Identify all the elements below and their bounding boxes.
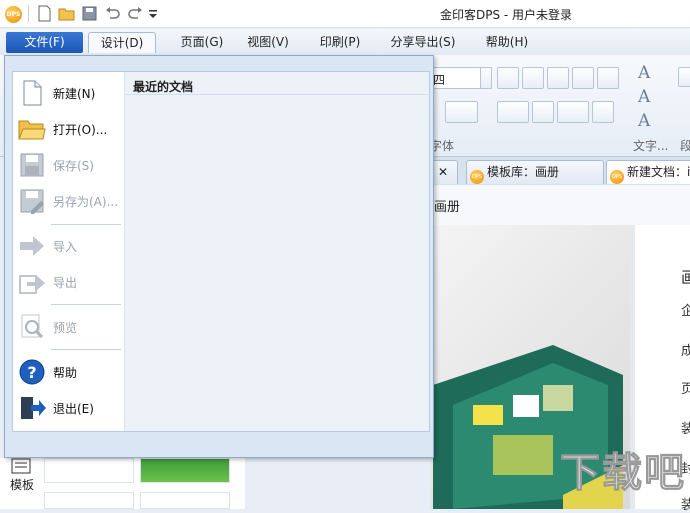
doc-tab-label: 新建文档：i (627, 165, 690, 179)
menu-item-help[interactable]: ? 帮助 (13, 355, 124, 389)
menu-item-new[interactable]: 新建(N) (13, 76, 124, 110)
save-as-icon (20, 189, 44, 214)
breadcrumb-bar (430, 185, 690, 225)
template-thumbnail[interactable] (44, 458, 134, 483)
template-label[interactable]: 模板 (10, 476, 34, 493)
menu-item-label: 导出 (53, 276, 78, 290)
menu-item-export[interactable]: 导出 (13, 265, 124, 299)
close-icon[interactable]: ✕ (438, 165, 448, 179)
menu-item-label: 导入 (53, 240, 78, 254)
import-icon (20, 236, 44, 256)
tab-help[interactable]: 帮助(H) (476, 32, 538, 53)
page-text-char: 企 (681, 304, 690, 319)
ribbon-group-text-label: 文字... (633, 139, 669, 153)
template-thumbnail[interactable] (140, 458, 230, 483)
menu-item-exit[interactable]: 退出(E) (13, 391, 124, 425)
recent-documents-panel: 最近的文档 (124, 72, 430, 431)
tab-view[interactable]: 视图(V) (238, 32, 298, 53)
text-shadow-icon[interactable]: A (638, 111, 650, 131)
tab-file[interactable]: 文件(F) (6, 32, 83, 53)
app-logo[interactable]: DPS (5, 6, 22, 23)
menu-item-label: 另存为(A)... (53, 195, 119, 209)
dps-icon: DPS (610, 170, 624, 184)
file-menu-panel: 新建(N) 打开(O)... 保存(S) 另存为(A)... 导入 导出 预览 … (12, 71, 430, 432)
ribbon-group-para-label: 段 (680, 139, 690, 153)
doc-tab-new[interactable]: DPS 新建文档：i (606, 160, 690, 184)
recent-divider (125, 94, 430, 95)
menu-separator (51, 304, 121, 305)
export-icon (19, 275, 45, 294)
template-thumbnail[interactable] (44, 492, 134, 509)
window-title: 金印客DPS - 用户未登录 (440, 8, 573, 22)
document-tabs: ✕ DPS 模板库：画册 DPS 新建文档：i (428, 157, 690, 185)
align-right-button[interactable] (547, 67, 569, 89)
menu-item-label: 退出(E) (53, 402, 94, 416)
recent-documents-title: 最近的文档 (133, 80, 194, 94)
menu-separator (51, 349, 121, 350)
save-icon (20, 153, 44, 177)
tab-share-export[interactable]: 分享导出(S) (382, 32, 464, 53)
undo-icon[interactable] (104, 5, 121, 22)
preview-icon (21, 314, 44, 339)
menu-item-label: 预览 (53, 321, 78, 335)
new-document-icon (23, 80, 42, 106)
page-text-char: 页 (681, 382, 690, 397)
page-text-char: 成 (681, 344, 690, 359)
toolbar-separator (28, 5, 29, 22)
tab-print[interactable]: 印刷(P) (310, 32, 370, 53)
tab-design[interactable]: 设计(D) (88, 32, 156, 53)
template-thumbnail[interactable] (140, 492, 230, 509)
menu-item-label: 新建(N) (53, 87, 96, 101)
title-bar: DPS 金印客DPS - 用户未登录 (0, 0, 690, 28)
customize-dropdown-icon[interactable] (147, 5, 159, 22)
link-button[interactable] (678, 67, 690, 87)
menu-item-save-as[interactable]: 另存为(A)... (13, 184, 124, 218)
menu-item-import[interactable]: 导入 (13, 229, 124, 263)
new-file-icon[interactable] (36, 5, 53, 22)
text-color-button[interactable] (445, 101, 478, 123)
menu-separator (51, 224, 121, 225)
align-justify-button[interactable] (572, 67, 594, 89)
font-dropdown-button[interactable] (480, 67, 492, 89)
char-spacing-button[interactable] (497, 101, 529, 123)
breadcrumb: 画册 (434, 200, 461, 215)
menu-bar: 文件(F) 设计(D) 页面(G) 视图(V) 印刷(P) 分享导出(S) 帮助… (0, 29, 690, 55)
menu-item-save[interactable]: 保存(S) (13, 148, 124, 182)
tab-page[interactable]: 页面(G) (170, 32, 234, 53)
save-icon[interactable] (81, 5, 98, 22)
file-menu: 新建(N) 打开(O)... 保存(S) 另存为(A)... 导入 导出 预览 … (4, 55, 434, 458)
text-outline-icon[interactable]: A (638, 87, 650, 107)
dps-icon: DPS (470, 170, 484, 184)
redo-icon[interactable] (127, 5, 144, 22)
exit-icon (21, 397, 46, 419)
font-size-value: 四 (433, 73, 446, 87)
help-icon: ? (19, 359, 45, 385)
menu-item-label: 打开(O)... (53, 123, 108, 137)
align-left-button[interactable] (497, 67, 519, 89)
doc-tab-template[interactable]: DPS 模板库：画册 (466, 160, 604, 184)
page-heading-char: 画 (681, 268, 690, 287)
menu-item-open[interactable]: 打开(O)... (13, 112, 124, 146)
text-style-icon[interactable]: A (638, 63, 650, 83)
menu-item-label: 帮助 (53, 366, 78, 380)
doc-tab-label: 模板库：画册 (487, 165, 560, 179)
template-icon[interactable] (10, 458, 32, 474)
align-distribute-button[interactable] (597, 67, 619, 89)
svg-text:?: ? (27, 363, 36, 382)
open-folder-icon[interactable] (58, 5, 75, 22)
menu-item-preview[interactable]: 预览 (13, 310, 124, 344)
list-button[interactable] (557, 101, 589, 123)
watermark: 下载吧 (560, 450, 686, 497)
page-text-char: 装 (681, 422, 690, 437)
align-center-button[interactable] (522, 67, 544, 89)
open-folder-icon (18, 120, 46, 140)
line-spacing-button[interactable] (532, 101, 554, 123)
file-menu-commands: 新建(N) 打开(O)... 保存(S) 另存为(A)... 导入 导出 预览 … (13, 72, 124, 431)
menu-item-label: 保存(S) (53, 159, 94, 173)
text-box-button[interactable] (592, 101, 614, 123)
